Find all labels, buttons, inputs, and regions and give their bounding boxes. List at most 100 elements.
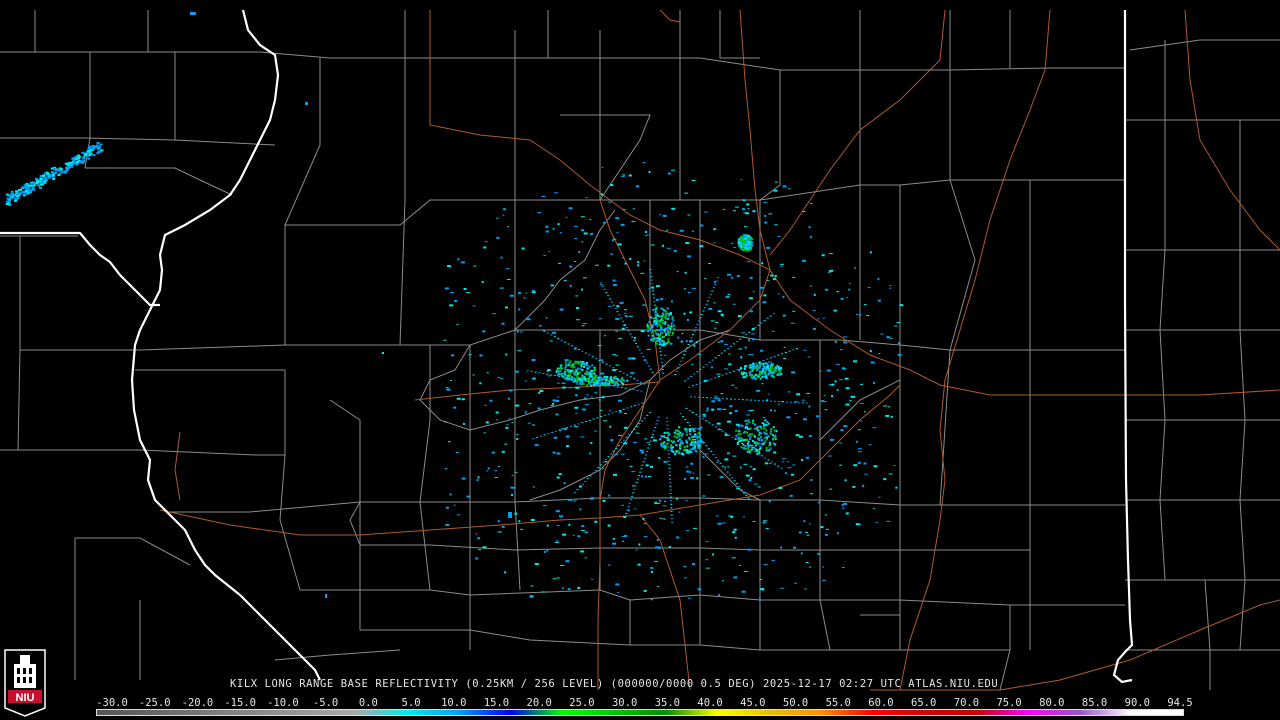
echo-pixel: [549, 340, 553, 342]
scale-tick-label: 35.0: [654, 697, 681, 709]
echo-pixel: [671, 332, 674, 335]
echo-pixel: [772, 313, 775, 315]
echo-pixel: [759, 286, 764, 289]
echo-pixel: [612, 537, 615, 540]
echo-pixel: [667, 439, 670, 441]
echo-pixel: [762, 362, 765, 365]
echo-pixel: [761, 589, 764, 591]
echo-pixel: [16, 197, 20, 200]
echo-pixel: [766, 317, 769, 319]
scale-tick-label: 80.0: [1039, 697, 1065, 709]
echo-pixel: [16, 194, 20, 197]
echo-pixel: [888, 473, 893, 475]
echo-pixel: [733, 343, 736, 345]
echo-pixel: [642, 162, 646, 164]
echo-pixel: [768, 368, 771, 371]
echo-pixel: [793, 546, 797, 549]
echo-pixel: [696, 437, 699, 440]
echo-pixel: [696, 323, 699, 325]
echo-pixel: [899, 304, 904, 307]
echo-pixel: [518, 520, 521, 523]
echo-pixel: [894, 325, 898, 327]
echo-pixel: [573, 378, 576, 380]
echo-pixel: [664, 329, 667, 332]
echo-pixel: [786, 461, 789, 463]
echo-pixel: [736, 275, 740, 278]
echo-pixel: [747, 365, 750, 367]
echo-pixel: [720, 352, 723, 354]
echo-pixel: [676, 497, 679, 500]
echo-pixel: [652, 290, 655, 292]
echo-pixel: [756, 369, 759, 372]
echo-pixel: [719, 462, 722, 464]
echo-pixel: [679, 441, 682, 444]
echo-pixel: [584, 557, 587, 559]
echo-pixel: [659, 517, 663, 519]
echo-pixel: [657, 416, 660, 418]
echo-pixel: [679, 413, 682, 415]
echo-pixel: [608, 201, 613, 203]
echo-pixel: [575, 295, 579, 297]
echo-pixel: [661, 328, 664, 331]
echo-pixel: [698, 436, 701, 438]
echo-pixel: [91, 147, 95, 150]
echo-pixel: [774, 369, 777, 372]
echo-pixel: [94, 145, 98, 148]
echo-pixel: [620, 453, 625, 455]
echo-pixel: [552, 451, 556, 454]
echo-pixel: [594, 520, 598, 523]
echo-pixel: [666, 428, 669, 430]
echo-pixel: [846, 297, 849, 299]
echo-pixel: [858, 313, 861, 316]
echo-pixel: [560, 564, 565, 566]
echo-pixel: [732, 370, 735, 372]
echo-pixel: [571, 345, 574, 347]
echo-pixel: [732, 531, 736, 534]
echo-pixel: [662, 372, 665, 374]
echo-pixel: [825, 514, 828, 516]
echo-pixel: [91, 144, 95, 147]
echo-pixel: [696, 371, 699, 373]
echo-pixel: [713, 302, 716, 304]
echo-pixel: [620, 175, 625, 177]
echo-pixel: [669, 331, 672, 334]
echo-pixel: [812, 310, 816, 312]
echo-pixel: [659, 438, 662, 441]
echo-pixel: [654, 313, 657, 316]
echo-pixel: [765, 438, 768, 441]
echo-pixel: [674, 374, 677, 376]
echo-pixel: [698, 416, 701, 418]
echo-pixel: [733, 528, 737, 531]
echo-pixel: [853, 360, 858, 363]
echo-pixel: [581, 408, 586, 411]
echo-pixel: [688, 386, 691, 388]
echo-pixel: [581, 483, 584, 485]
echo-pixel: [806, 534, 810, 536]
echo-pixel: [743, 239, 746, 242]
echo-pixel: [699, 317, 702, 319]
echo-pixel: [764, 440, 767, 443]
echo-pixel: [589, 381, 592, 383]
echo-pixel: [574, 368, 577, 371]
echo-pixel: [661, 365, 664, 367]
echo-pixel: [747, 242, 750, 245]
echo-pixel: [523, 297, 527, 299]
echo-pixel: [531, 359, 536, 362]
echo-pixel: [746, 234, 749, 237]
echo-pixel: [593, 366, 596, 369]
echo-pixel: [795, 347, 798, 349]
echo-pixel: [663, 431, 666, 434]
echo-pixel: [696, 477, 699, 480]
echo-pixel: [739, 440, 742, 443]
echo-pixel: [720, 393, 724, 395]
echo-pixel: [7, 194, 11, 197]
echo-pixel: [620, 223, 625, 226]
echo-pixel: [762, 359, 765, 361]
echo-pixel: [692, 448, 695, 451]
echo-pixel: [486, 372, 489, 374]
echo-pixel: [515, 404, 520, 407]
echo-pixel: [664, 317, 667, 320]
echo-pixel: [647, 476, 651, 478]
echo-pixel: [803, 349, 807, 351]
echo-pixel: [96, 152, 100, 155]
